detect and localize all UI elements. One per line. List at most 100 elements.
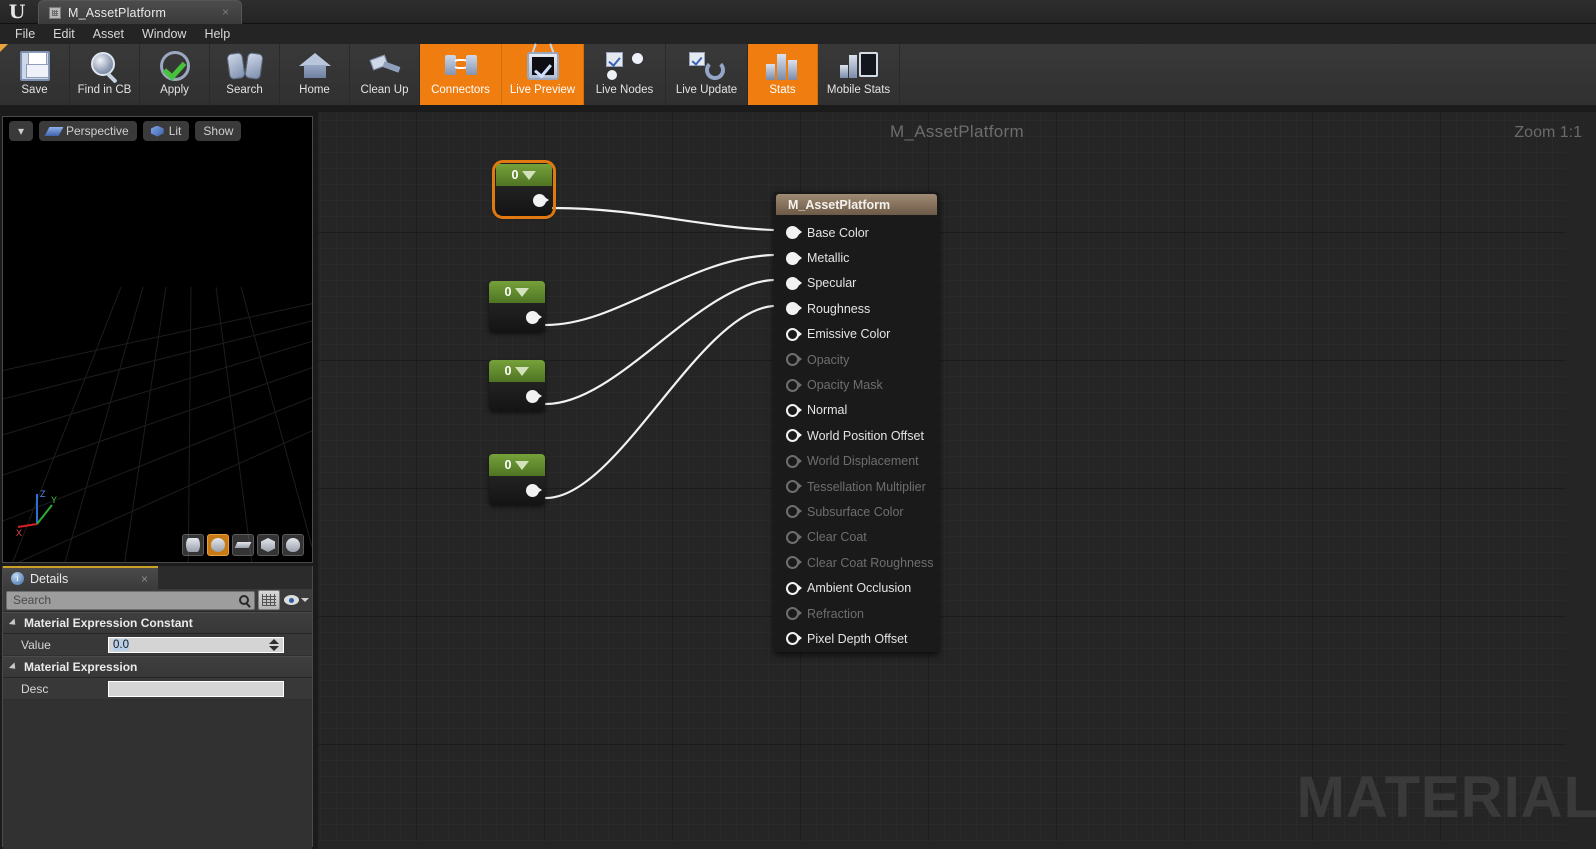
output-pin[interactable] (526, 311, 542, 324)
toolbar-button-save[interactable]: Save (0, 44, 70, 105)
input-pin[interactable] (786, 302, 802, 316)
menu-item-help[interactable]: Help (195, 25, 239, 43)
home-icon (295, 49, 335, 83)
pin-label: Tessellation Multiplier (807, 479, 926, 494)
details-category-material-expression[interactable]: Material Expression (3, 656, 312, 678)
cube-preview-mesh-button[interactable] (257, 534, 279, 556)
details-view-grid-button[interactable] (258, 590, 280, 610)
output-pin[interactable] (533, 194, 549, 207)
details-visibility-button[interactable] (283, 590, 309, 610)
value-input[interactable]: 0.0 (108, 636, 284, 653)
viewport-camera-mode-button[interactable]: Perspective (39, 121, 137, 141)
asset-tab[interactable]: M_AssetPlatform × (38, 0, 242, 24)
pin-row-pixel-depth-offset[interactable]: Pixel Depth Offset (774, 626, 939, 651)
material-output-node-header[interactable]: M_AssetPlatform (776, 194, 937, 215)
pin-row-world-displacement: World Displacement (774, 449, 939, 474)
pin-row-metallic[interactable]: Metallic (774, 245, 939, 270)
toolbar-button-live-preview[interactable]: Live Preview (502, 43, 584, 105)
constant-node-header[interactable]: 0 (489, 281, 545, 303)
toolbar-button-live-nodes[interactable]: Live Nodes (584, 44, 666, 105)
chevron-down-icon[interactable] (515, 366, 530, 376)
details-tab[interactable]: i Details × (3, 566, 158, 589)
live-nodes-icon (605, 49, 645, 83)
input-pin[interactable] (786, 226, 802, 240)
close-icon[interactable]: × (222, 5, 229, 19)
toolbar-button-mobile-stats[interactable]: Mobile Stats (818, 44, 900, 105)
input-pin[interactable] (786, 429, 802, 443)
material-preview-viewport[interactable]: ▾ Perspective Lit Show Z Y X (2, 116, 313, 563)
toolbar-button-connectors[interactable]: Connectors (420, 44, 502, 105)
cylinder-preview-mesh-button[interactable] (182, 534, 204, 556)
constant-node-3[interactable]: 0 (489, 360, 545, 411)
input-pin (786, 530, 802, 544)
chevron-down-icon[interactable] (522, 170, 537, 180)
pin-row-normal[interactable]: Normal (774, 398, 939, 423)
graph-watermark: MATERIAL (1296, 765, 1596, 830)
svg-text:Y: Y (51, 495, 57, 505)
value-input-text: 0.0 (113, 638, 129, 651)
input-pin[interactable] (786, 327, 802, 341)
pin-label: Subsurface Color (807, 504, 904, 519)
material-graph-canvas[interactable]: M_AssetPlatform Zoom 1:1 MATERIAL 0 0 0 … (318, 112, 1596, 849)
magnifier-icon (85, 49, 125, 83)
toolbar-label-mobile-stats: Mobile Stats (826, 84, 891, 96)
teapot-preview-mesh-button[interactable] (282, 534, 304, 556)
toolbar-button-find-in-cb[interactable]: Find in CB (70, 44, 140, 105)
close-icon[interactable]: × (141, 572, 148, 586)
material-asset-icon (49, 6, 61, 19)
toolbar-button-apply[interactable]: Apply (140, 44, 210, 105)
output-pin[interactable] (526, 484, 542, 497)
constant-node-body (489, 476, 545, 505)
pin-label: Roughness (807, 301, 871, 316)
constant-node-1[interactable]: 0 (492, 160, 556, 219)
constant-node-header[interactable]: 0 (496, 164, 552, 186)
constant-node-header[interactable]: 0 (489, 454, 545, 476)
pin-row-opacity-mask: Opacity Mask (774, 372, 939, 397)
viewport-view-mode-button[interactable]: Lit (142, 121, 190, 141)
toolbar-button-home[interactable]: Home (280, 44, 350, 105)
constant-node-2[interactable]: 0 (489, 281, 545, 332)
wire-to-roughness (544, 304, 775, 500)
toolbar-button-search[interactable]: Search (210, 44, 280, 105)
pin-row-emissive-color[interactable]: Emissive Color (774, 322, 939, 347)
input-pin[interactable] (786, 403, 802, 417)
details-row-label: Value (21, 637, 51, 652)
constant-node-header[interactable]: 0 (489, 360, 545, 382)
spinner-icon[interactable] (269, 638, 280, 651)
plane-preview-mesh-button[interactable] (232, 534, 254, 556)
details-search-input[interactable]: Search (6, 590, 255, 610)
input-pin[interactable] (786, 632, 802, 646)
menu-item-edit[interactable]: Edit (44, 25, 84, 43)
sphere-preview-mesh-button[interactable] (207, 534, 229, 556)
constant-node-value: 0 (504, 285, 512, 299)
material-output-node[interactable]: M_AssetPlatform Base Color Metallic Spec… (774, 192, 939, 652)
viewport-options-button[interactable]: ▾ (9, 121, 33, 141)
menu-item-window[interactable]: Window (133, 25, 195, 43)
menu-item-file[interactable]: File (6, 25, 44, 43)
pin-label: World Displacement (807, 454, 919, 469)
chevron-down-icon[interactable] (515, 287, 530, 297)
viewport-show-button[interactable]: Show (195, 121, 242, 141)
desc-input[interactable] (108, 680, 284, 697)
toolbar-button-live-update[interactable]: Live Update (666, 44, 748, 105)
input-pin[interactable] (786, 251, 802, 265)
pin-row-specular[interactable]: Specular (774, 271, 939, 296)
input-pin (786, 505, 802, 519)
constant-node-4[interactable]: 0 (489, 454, 545, 505)
pin-row-world-position-offset[interactable]: World Position Offset (774, 423, 939, 448)
toolbar-button-clean-up[interactable]: Clean Up (350, 44, 420, 105)
details-category-material-expression-constant[interactable]: Material Expression Constant (3, 612, 312, 634)
input-pin[interactable] (786, 581, 802, 595)
toolbar-label-stats: Stats (769, 84, 796, 96)
chevron-down-icon[interactable] (515, 460, 530, 470)
pin-row-ambient-occlusion[interactable]: Ambient Occlusion (774, 575, 939, 600)
menu-item-asset[interactable]: Asset (84, 25, 133, 43)
pin-label: Base Color (807, 225, 869, 240)
input-pin[interactable] (786, 276, 802, 290)
output-pin[interactable] (526, 390, 542, 403)
toolbar-button-stats[interactable]: Stats (748, 44, 818, 105)
pin-row-base-color[interactable]: Base Color (774, 220, 939, 245)
pin-row-roughness[interactable]: Roughness (774, 296, 939, 321)
svg-text:Z: Z (40, 489, 46, 499)
graph-zoom-label: Zoom 1:1 (1514, 124, 1582, 141)
